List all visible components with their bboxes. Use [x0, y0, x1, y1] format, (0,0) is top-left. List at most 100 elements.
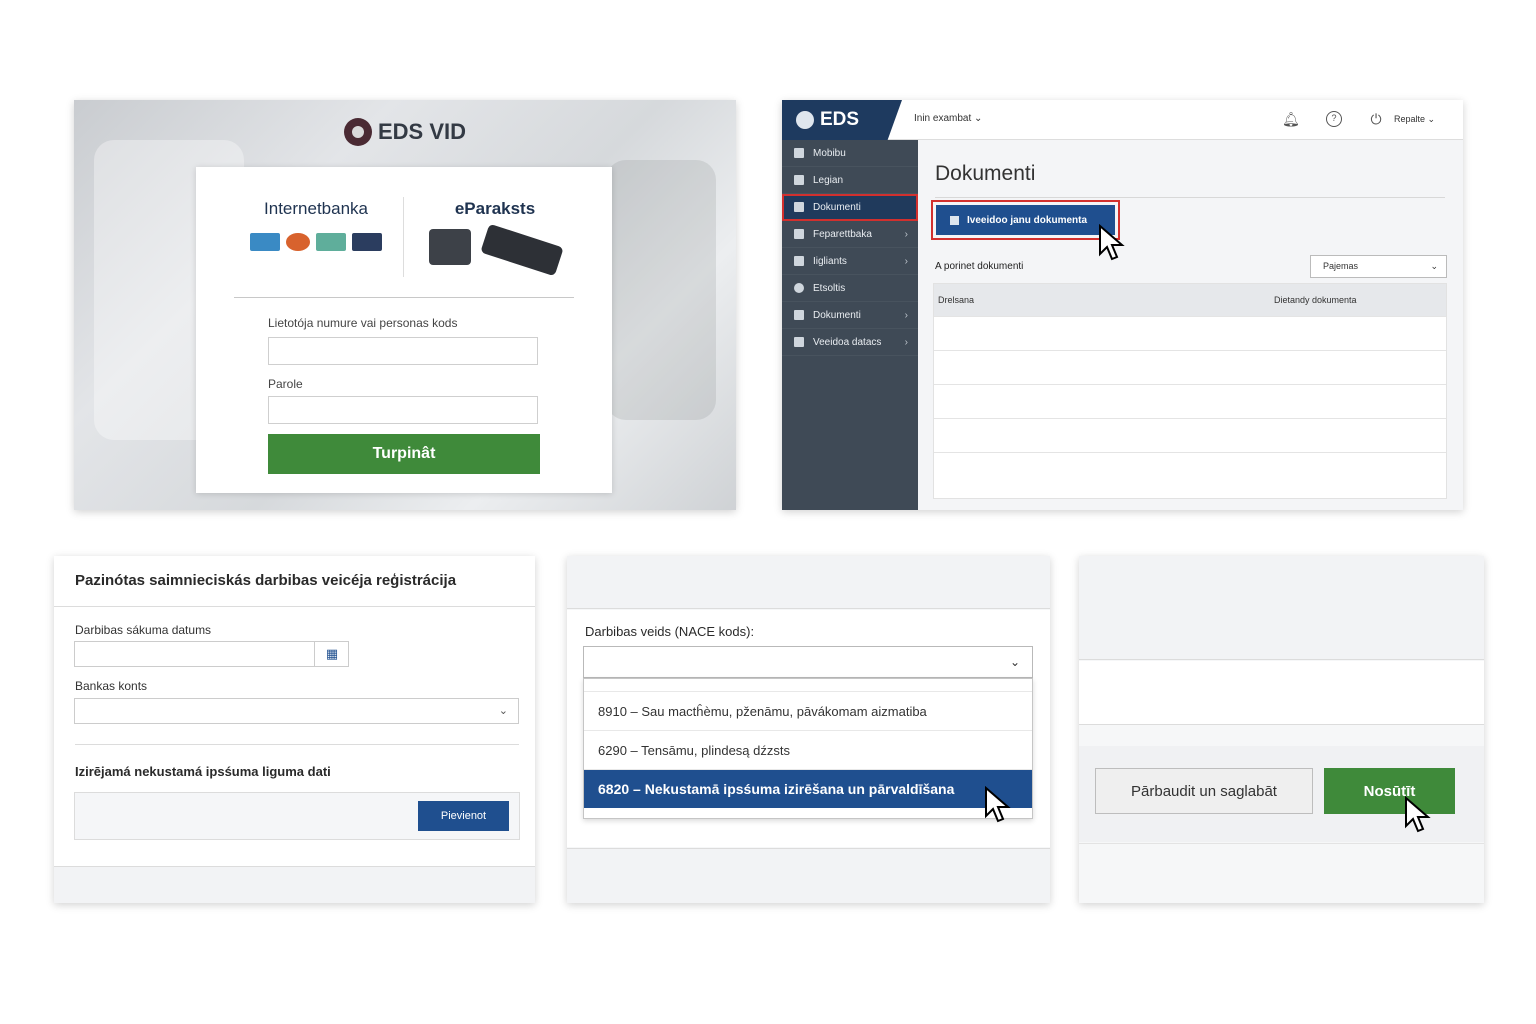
signing-devices	[420, 223, 570, 277]
bank-card-icon	[250, 233, 280, 251]
chevron-right-icon: ›	[904, 255, 908, 267]
continue-button[interactable]: Turpinât	[268, 434, 540, 474]
table-row[interactable]	[934, 350, 1446, 384]
check-save-button[interactable]: Pārbaudit un saglabāt	[1095, 768, 1313, 814]
column-header[interactable]: Dietandy dokumenta	[1274, 295, 1357, 305]
table-row[interactable]	[934, 452, 1446, 486]
sidebar-item-etsoltis[interactable]: Etsoltis	[782, 275, 918, 302]
chevron-right-icon: ›	[904, 228, 908, 240]
plus-circle-icon	[794, 283, 804, 293]
nace-select[interactable]: ⌄	[583, 646, 1033, 678]
sidebar-item-feparettbaka[interactable]: Feparettbaka ›	[782, 221, 918, 248]
highlight-box: Iveeidoo janu dokumenta	[931, 200, 1120, 240]
top-bar: EDS Inin exambat ⌄ 🔔︎ ? ⏻ Repalte ⌄	[782, 100, 1463, 140]
brand[interactable]: EDS	[782, 100, 902, 140]
sidebar-item-mobibu[interactable]: Mobibu	[782, 140, 918, 167]
sidebar-item-label: Dokumenti	[813, 309, 861, 321]
sidebar-item-dokumenti-2[interactable]: Dokumenti ›	[782, 302, 918, 329]
sidebar-item-label: Legian	[813, 174, 844, 186]
user-menu[interactable]: Inin exambat ⌄	[914, 113, 982, 124]
lease-data-box: Pievienot	[74, 792, 520, 840]
form-title: Pazinótas saimnieciskás darbibas veicéja…	[75, 572, 457, 589]
divider	[54, 606, 535, 607]
login-option-eparaksts[interactable]: eParaksts	[420, 199, 570, 277]
bank-card-icon	[352, 233, 382, 251]
table-row[interactable]	[934, 418, 1446, 452]
bank-account-select[interactable]: ⌄	[74, 698, 519, 724]
login-screen: EDS VID Internetbanka eParaksts Lietotój…	[74, 100, 736, 510]
calendar-icon[interactable]: ▦	[314, 642, 349, 666]
chevron-right-icon: ›	[904, 336, 908, 348]
sidebar-item-iigliants[interactable]: Iigliants ›	[782, 248, 918, 275]
sidebar-item-legian[interactable]: Legian	[782, 167, 918, 194]
sidebar-item-label: Feparettbaka	[813, 228, 872, 240]
grid-icon	[794, 175, 804, 185]
mouse-cursor-icon	[1405, 796, 1431, 833]
mouse-cursor-icon	[985, 786, 1011, 823]
bank-account-label: Bankas konts	[75, 679, 148, 693]
username-input[interactable]	[268, 337, 538, 365]
grid-icon	[794, 148, 804, 158]
add-button[interactable]: Pievienot	[418, 801, 509, 831]
panel-footer	[567, 848, 1050, 903]
filter-row: A porinet dokumenti Pajemas ⌄	[935, 252, 1447, 280]
background-blur	[606, 160, 716, 420]
documents-table: Drelsana Dietandy dokumenta	[933, 283, 1447, 499]
bank-card-icon	[286, 233, 310, 251]
panel-header	[567, 556, 1050, 609]
power-icon[interactable]: ⏻	[1368, 111, 1384, 127]
username-label: Lietotója numure vai personas kods	[268, 316, 458, 330]
start-date-input[interactable]: ▦	[74, 641, 349, 667]
create-document-button[interactable]: Iveeidoo janu dokumenta	[936, 205, 1115, 235]
lease-section-title: Izirējamá nekustamá ipsśuma liguma dati	[75, 764, 331, 779]
column-header[interactable]: Drelsana	[934, 295, 1274, 305]
user-menu-label: Inin exambat	[914, 113, 972, 124]
list-item-selected[interactable]: 6820 – Nekustamā ipsśuma izirēšana un pā…	[584, 769, 1032, 808]
sidebar-item-label: Dokumenti	[813, 201, 861, 213]
chevron-down-icon: ⌄	[1430, 260, 1438, 271]
list-item[interactable]: 6290 – Tensāmu, plindesą dźzsts	[584, 730, 1032, 769]
list-item-partial[interactable]	[584, 679, 1032, 691]
password-input[interactable]	[268, 396, 538, 424]
chevron-right-icon: ›	[904, 309, 908, 321]
brand-text: EDS	[820, 109, 860, 130]
form-footer	[54, 866, 535, 903]
card-reader-icon	[429, 229, 471, 265]
chevron-down-icon: ⌄	[498, 705, 508, 717]
eds-logo-icon	[343, 118, 372, 146]
login-card: Internetbanka eParaksts Lietotója numure…	[196, 167, 612, 493]
logo: EDS VID	[74, 118, 736, 146]
grid-icon	[794, 229, 804, 239]
divider	[935, 197, 1445, 198]
section-label: A porinet dokumenti	[935, 260, 1024, 272]
sidebar-item-label: Iigliants	[813, 255, 847, 267]
divider	[234, 297, 574, 298]
button-label: Iveeidoo janu dokumenta	[967, 214, 1088, 226]
sidebar-item-veeidoa-datacs[interactable]: Veeidoa datacs ›	[782, 329, 918, 356]
repair-menu-label: Repalte	[1394, 114, 1426, 124]
filter-select[interactable]: Pajemas ⌄	[1310, 254, 1447, 278]
list-item[interactable]: 8910 – Sau mactĥèmu, pženāmu, pāvákomam …	[584, 691, 1032, 730]
mouse-cursor-icon	[1099, 224, 1125, 261]
option-title: eParaksts	[454, 199, 536, 218]
table-row[interactable]	[934, 316, 1446, 350]
repair-menu[interactable]: Repalte ⌄	[1394, 114, 1435, 125]
submit-button[interactable]: Nosūtīt	[1324, 768, 1455, 814]
submit-panel: Pārbaudit un saglabāt Nosūtīt	[1079, 556, 1484, 903]
chevron-down-icon: ⌄	[1427, 114, 1436, 124]
chevron-down-icon: ⌄	[974, 113, 983, 124]
checkbox-icon	[950, 215, 959, 225]
help-icon[interactable]: ?	[1326, 111, 1342, 127]
eds-logo-icon	[796, 111, 814, 129]
nace-label: Darbibas veids (NACE kods):	[585, 624, 755, 639]
registration-form: Pazinótas saimnieciskás darbibas veicéja…	[54, 556, 535, 903]
sidebar-item-label: Mobibu	[813, 147, 846, 159]
login-option-internetbank[interactable]: Internetbanka	[236, 199, 396, 251]
option-title: Internetbanka	[264, 199, 368, 218]
panel-header	[1079, 556, 1484, 660]
table-row[interactable]	[934, 384, 1446, 418]
filter-value: Pajemas	[1323, 261, 1359, 271]
sidebar-item-dokumenti[interactable]: Dokumenti	[782, 194, 918, 221]
bell-icon[interactable]: 🔔︎	[1282, 111, 1300, 127]
panel-footer	[1079, 843, 1484, 903]
